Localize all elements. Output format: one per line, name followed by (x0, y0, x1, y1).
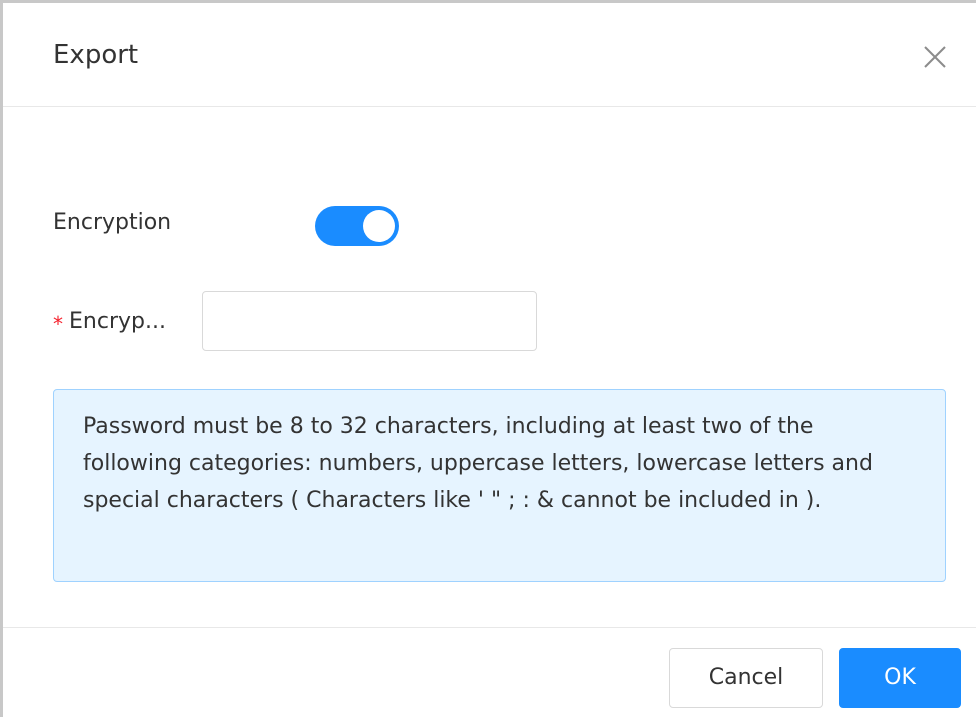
required-mark: * (53, 312, 63, 336)
dialog-title: Export (53, 40, 139, 70)
close-icon[interactable] (921, 43, 949, 71)
password-hint-text: Password must be 8 to 32 characters, inc… (83, 414, 873, 513)
password-label: Encryp... (69, 309, 166, 334)
encryption-toggle[interactable] (315, 206, 399, 246)
dialog-footer (3, 627, 976, 720)
password-hint: Password must be 8 to 32 characters, inc… (53, 389, 946, 582)
encryption-password-input[interactable] (202, 291, 537, 351)
encryption-label: Encryption (53, 210, 172, 235)
cancel-button[interactable]: Cancel (669, 648, 823, 708)
export-dialog: Export Encryption * Encryp... Password m… (0, 0, 976, 717)
dialog-header: Export (3, 3, 976, 107)
ok-button[interactable]: OK (839, 648, 961, 708)
toggle-knob (363, 210, 395, 242)
